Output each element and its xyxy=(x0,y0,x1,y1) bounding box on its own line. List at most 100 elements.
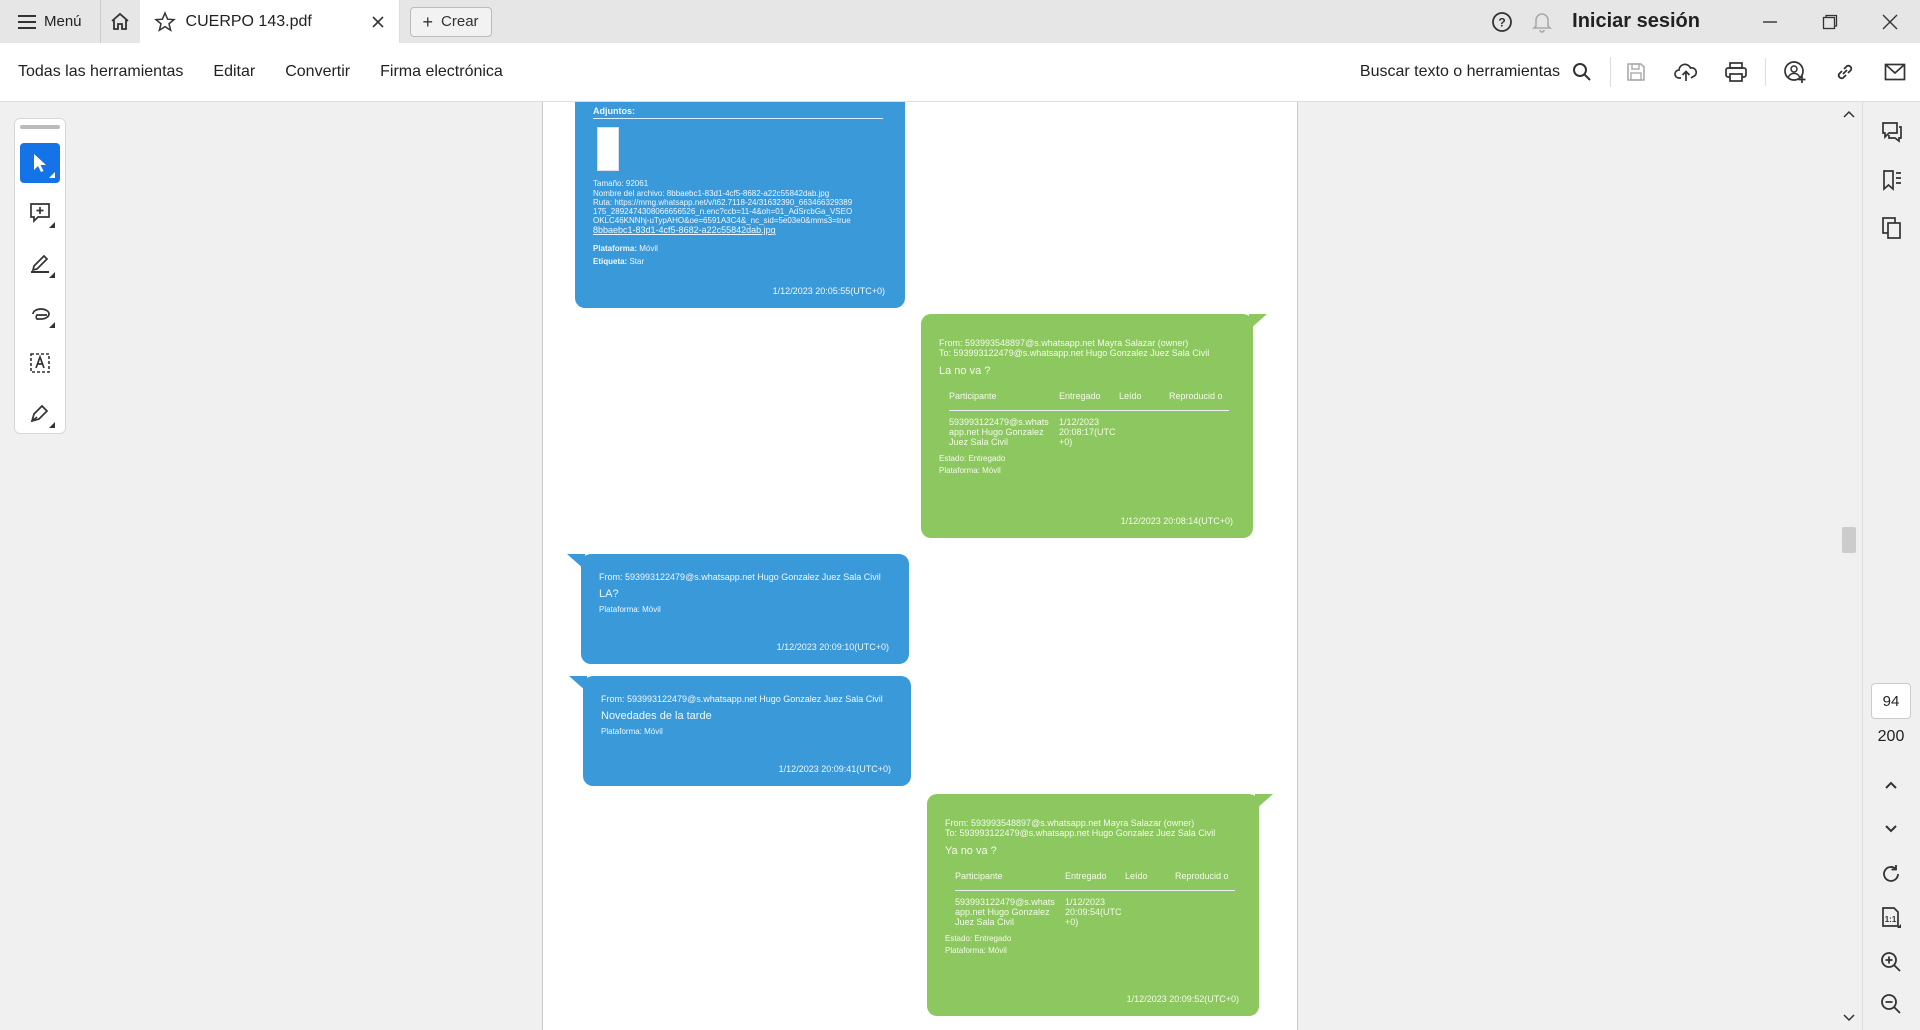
table-header: Reproducid o xyxy=(1169,391,1229,411)
participants-table: Participante Entregado Leído Reproducid … xyxy=(955,871,1241,927)
table-header: Participante xyxy=(949,391,1059,411)
message-from: From: 593993122479@s.whatsapp.net Hugo G… xyxy=(599,572,881,582)
upload-button[interactable] xyxy=(1661,52,1711,92)
message-platform: Plataforma: Móvil xyxy=(599,604,661,614)
scroll-up-icon[interactable] xyxy=(1838,106,1860,122)
zoom-out-button[interactable] xyxy=(1871,988,1911,1020)
help-button[interactable]: ? xyxy=(1482,0,1522,43)
home-button[interactable] xyxy=(99,0,140,43)
platform-label: Plataforma: xyxy=(593,243,638,253)
select-tool[interactable] xyxy=(20,143,60,183)
chat-message-bubble: From: 593993122479@s.whatsapp.net Hugo G… xyxy=(567,554,909,664)
menu-button[interactable]: Menú xyxy=(0,0,100,43)
create-button[interactable]: + Crear xyxy=(409,6,492,37)
table-header: Entregado xyxy=(1065,871,1125,891)
attachment-filename: Nombre del archivo: 8bbaebc1-83d1-4cf5-8… xyxy=(593,188,830,198)
comments-panel-button[interactable] xyxy=(1872,112,1912,152)
esign-menu[interactable]: Firma electrónica xyxy=(365,63,518,81)
text-box-tool[interactable] xyxy=(20,343,60,383)
pages-panel-button[interactable] xyxy=(1872,208,1912,248)
message-timestamp: 1/12/2023 20:09:52(UTC+0) xyxy=(1126,993,1239,1004)
scroll-down-icon[interactable] xyxy=(1838,1010,1860,1026)
email-button[interactable] xyxy=(1870,52,1920,92)
minimize-button[interactable] xyxy=(1740,0,1800,43)
message-from: From: 593993122479@s.whatsapp.net Hugo G… xyxy=(601,694,883,704)
pages-icon xyxy=(1881,217,1901,239)
message-body: LA? xyxy=(599,588,619,601)
message-timestamp: 1/12/2023 20:09:41(UTC+0) xyxy=(778,763,891,774)
tool-options-corner xyxy=(49,272,55,278)
tool-options-corner xyxy=(49,222,55,228)
table-cell: 1/12/2023 20:08:17(UTC +0) xyxy=(1059,416,1116,448)
participants-table: Participante Entregado Leído Reproducid … xyxy=(949,391,1235,447)
close-icon xyxy=(1882,14,1898,29)
search-icon xyxy=(1573,63,1591,81)
search-label: Buscar texto o herramientas xyxy=(1359,63,1560,80)
svg-text:?: ? xyxy=(1498,15,1505,29)
attachments-label: Adjuntos: xyxy=(593,106,883,120)
close-window-button[interactable] xyxy=(1860,0,1920,43)
previous-page-button[interactable] xyxy=(1871,770,1911,802)
add-comment-tool[interactable] xyxy=(20,193,60,233)
platform-value: Móvil xyxy=(639,243,658,253)
page-size-button[interactable]: 1:1 xyxy=(1871,902,1911,934)
link-icon xyxy=(1837,64,1853,80)
sign-icon xyxy=(30,404,49,423)
tag-value: Star xyxy=(629,256,645,266)
table-header: Leído xyxy=(1119,391,1169,411)
scroll-thumb[interactable] xyxy=(1842,527,1856,553)
tool-options-corner xyxy=(49,172,55,178)
zoom-in-icon xyxy=(1881,952,1901,972)
panel-drag-handle[interactable] xyxy=(20,125,60,129)
add-user-icon xyxy=(1784,61,1806,83)
bookmarks-panel-button[interactable] xyxy=(1872,160,1912,200)
next-page-button[interactable] xyxy=(1871,812,1911,844)
table-cell xyxy=(1125,897,1175,928)
main-toolbar: Todas las herramientas Editar Convertir … xyxy=(0,43,1920,102)
hamburger-icon xyxy=(18,14,36,29)
title-bar: Menú CUERPO 143.pdf + Crear ? Iniciar se… xyxy=(0,0,1920,43)
notifications-button[interactable] xyxy=(1522,0,1562,43)
edit-menu[interactable]: Editar xyxy=(198,63,270,81)
signin-button[interactable]: Iniciar sesión xyxy=(1562,10,1740,33)
page-number-input[interactable]: 94 xyxy=(1871,683,1911,719)
document-tab[interactable]: CUERPO 143.pdf xyxy=(139,0,400,43)
fit-page-icon: 1:1 xyxy=(1882,907,1901,928)
sign-tool[interactable] xyxy=(20,393,60,433)
minimize-icon xyxy=(1763,20,1777,23)
bubble-tail xyxy=(1249,314,1267,330)
convert-menu[interactable]: Convertir xyxy=(270,63,365,81)
all-tools-menu[interactable]: Todas las herramientas xyxy=(0,63,198,81)
chat-message-bubble: Adjuntos: Tamaño: 92061 Nombre del archi… xyxy=(575,102,905,308)
printer-icon xyxy=(1725,62,1747,82)
zoom-in-button[interactable] xyxy=(1871,946,1911,978)
star-icon[interactable] xyxy=(153,10,176,33)
lasso-draw-icon xyxy=(32,308,50,320)
attachment-link[interactable]: 8bbaebc1-83d1-4cf5-8682-a22c55842dab.jpg xyxy=(593,225,887,235)
document-page[interactable]: Adjuntos: Tamaño: 92061 Nombre del archi… xyxy=(542,102,1298,1030)
highlight-tool[interactable] xyxy=(20,243,60,283)
comments-icon xyxy=(1881,122,1902,143)
bell-icon xyxy=(1532,12,1553,33)
close-tab-icon[interactable] xyxy=(371,15,385,29)
print-button[interactable] xyxy=(1711,52,1761,92)
search-tools[interactable]: Buscar texto o herramientas xyxy=(1360,57,1611,87)
copy-link-button[interactable] xyxy=(1820,52,1870,92)
draw-tool[interactable] xyxy=(20,293,60,333)
message-body: Novedades de la tarde xyxy=(601,710,712,723)
attachment-thumbnail[interactable] xyxy=(597,127,619,172)
save-button[interactable] xyxy=(1611,52,1661,92)
save-icon xyxy=(1627,63,1645,81)
share-user-button[interactable] xyxy=(1770,52,1820,92)
rotate-button[interactable] xyxy=(1871,858,1911,890)
table-cell xyxy=(1169,417,1229,448)
right-panel-rail xyxy=(1862,102,1920,1030)
bubble-tail xyxy=(569,676,587,692)
document-scrollbar[interactable] xyxy=(1838,102,1860,1030)
bubble-tail xyxy=(1255,794,1273,810)
restore-button[interactable] xyxy=(1800,0,1860,43)
message-body: Ya no va ? xyxy=(945,844,997,857)
quick-tools-panel xyxy=(14,118,66,434)
home-icon xyxy=(111,12,129,30)
mail-icon xyxy=(1884,63,1906,81)
